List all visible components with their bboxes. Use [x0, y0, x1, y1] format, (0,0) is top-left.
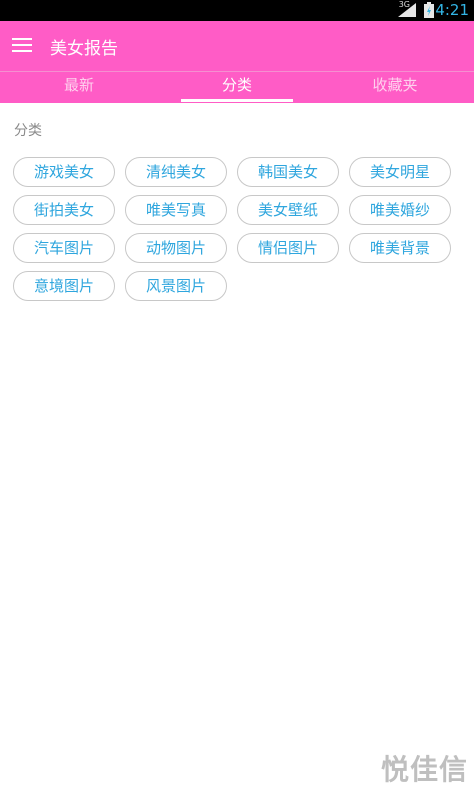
category-chip-game-girls[interactable]: 游戏美女 — [13, 157, 115, 187]
watermark-logo: 悦佳信 — [380, 753, 468, 786]
battery-icon — [424, 2, 434, 18]
category-chip-celebrities[interactable]: 美女明星 — [349, 157, 451, 187]
category-chip-mood[interactable]: 意境图片 — [13, 271, 115, 301]
app-title: 美女报告 — [50, 39, 118, 59]
section-title: 分类 — [14, 123, 42, 139]
signal-icon — [398, 3, 416, 17]
tab-bar: 最新 分类 收藏夹 — [0, 71, 474, 103]
category-chip-wedding[interactable]: 唯美婚纱 — [349, 195, 451, 225]
status-bar: 3G 4:21 — [0, 0, 474, 21]
tab-favorites[interactable]: 收藏夹 — [316, 72, 474, 103]
app-bar: 美女报告 — [0, 21, 474, 71]
category-chip-couples[interactable]: 情侣图片 — [237, 233, 339, 263]
category-chip-backgrounds[interactable]: 唯美背景 — [349, 233, 451, 263]
category-chip-scenery[interactable]: 风景图片 — [125, 271, 227, 301]
category-chip-korean-girls[interactable]: 韩国美女 — [237, 157, 339, 187]
category-chip-aesthetic-photos[interactable]: 唯美写真 — [125, 195, 227, 225]
category-chip-wallpapers[interactable]: 美女壁纸 — [237, 195, 339, 225]
category-chip-animals[interactable]: 动物图片 — [125, 233, 227, 263]
category-chip-street-girls[interactable]: 街拍美女 — [13, 195, 115, 225]
category-chip-pure-girls[interactable]: 清纯美女 — [125, 157, 227, 187]
tab-indicator — [181, 99, 293, 102]
clock: 4:21 — [435, 1, 469, 19]
category-chip-cars[interactable]: 汽车图片 — [13, 233, 115, 263]
tab-latest[interactable]: 最新 — [0, 72, 158, 103]
menu-icon[interactable] — [12, 38, 32, 54]
